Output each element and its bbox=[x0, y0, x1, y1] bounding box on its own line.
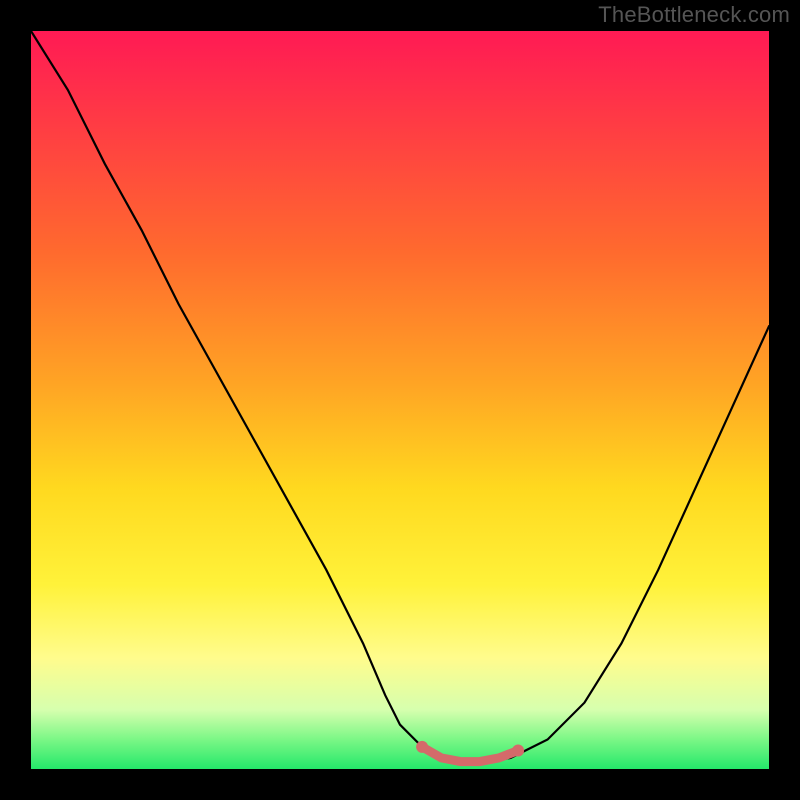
highlight-segment bbox=[422, 747, 518, 762]
bottleneck-chart: TheBottleneck.com bbox=[0, 0, 800, 800]
bottleneck-curve-line bbox=[31, 31, 769, 762]
highlight-dot bbox=[416, 741, 428, 753]
watermark-text: TheBottleneck.com bbox=[598, 2, 790, 28]
plot-area bbox=[31, 31, 769, 769]
curve-layer bbox=[31, 31, 769, 769]
highlight-dot bbox=[512, 745, 524, 757]
